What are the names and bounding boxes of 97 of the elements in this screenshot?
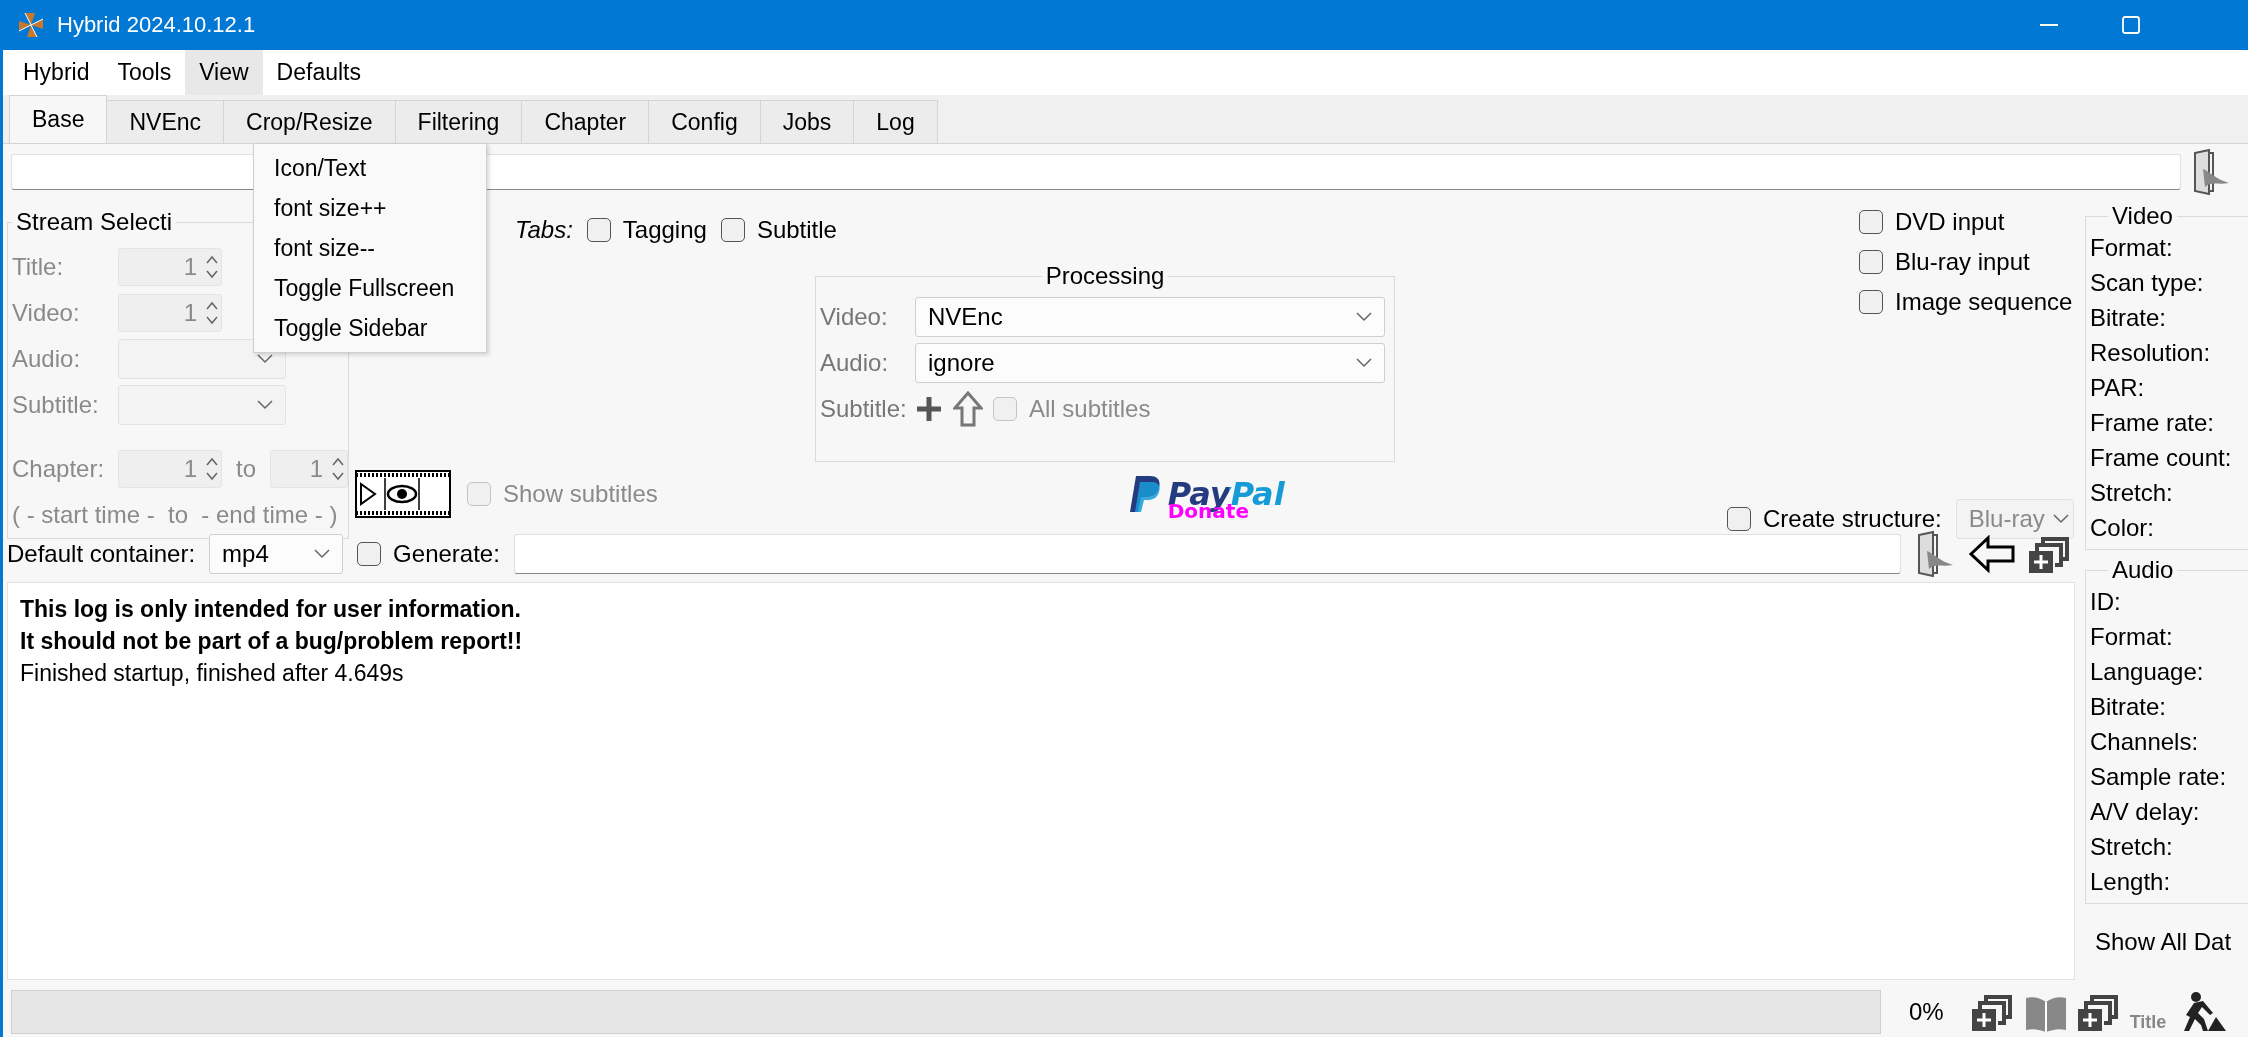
log-line: Finished startup, finished after 4.649s (20, 659, 405, 688)
info-label: Sample rate: (2090, 762, 2228, 792)
menu-item[interactable]: Icon/Text (254, 148, 486, 188)
tabs-label: Tabs: (515, 216, 573, 244)
up-arrow-icon[interactable] (953, 391, 983, 427)
stacked-windows-plus-icon[interactable] (1971, 993, 2014, 1031)
info-label: Stretch: (2090, 832, 2174, 862)
menu-item[interactable]: font size-- (254, 228, 486, 268)
log-line: It should not be part of a bug/problem report!! (20, 627, 524, 656)
group-title: Stream Selecti (15, 208, 174, 236)
info-label: Channels: (2090, 727, 2200, 757)
menu-item[interactable]: Defaults (262, 50, 375, 95)
left-arrow-icon[interactable] (1969, 535, 2015, 573)
generate-input[interactable] (513, 534, 1901, 574)
checkbox-label: Blu-ray input (1895, 248, 2030, 276)
checkbox[interactable] (1859, 210, 1883, 234)
info-label: PAR: (2090, 373, 2146, 403)
chevron-icon (314, 549, 331, 559)
checkbox-label: Image sequence (1895, 288, 2073, 316)
checkbox-label: Generate: (393, 540, 500, 568)
menu-item[interactable]: Tools (103, 50, 186, 95)
info-label: Scan type: (2090, 268, 2205, 298)
chevron-icon (1356, 312, 1372, 322)
checkbox[interactable] (1859, 250, 1883, 274)
field-label: Audio: (12, 345, 82, 373)
info-label: Frame rate: (2090, 408, 2216, 438)
info-label: Bitrate: (2090, 692, 2168, 722)
door-icon[interactable] (1915, 531, 1955, 577)
field-label: to (236, 455, 256, 483)
tab[interactable]: Base (9, 95, 108, 143)
info-label: Length: (2090, 867, 2172, 897)
time-range-text: ( - start time - to - end time - ) (12, 501, 338, 529)
menu-item[interactable]: font size++ (254, 188, 486, 228)
tab[interactable]: Crop/Resize (223, 100, 396, 143)
field-label: Default container: (7, 540, 196, 568)
checkbox[interactable] (357, 542, 382, 566)
tab[interactable]: NVEnc (106, 100, 225, 143)
info-label: A/V delay: (2090, 797, 2201, 827)
chevron-icon (1356, 358, 1372, 368)
dropdown[interactable]: mp4 (209, 534, 344, 574)
menu-item[interactable]: Toggle Fullscreen (254, 268, 486, 308)
checkbox[interactable] (586, 218, 611, 242)
app-logo-icon (17, 11, 45, 39)
chevron-icon (257, 354, 273, 364)
tab[interactable]: Log (853, 100, 938, 143)
checkbox[interactable] (720, 218, 745, 242)
chevron-icon (2052, 514, 2069, 524)
info-label: Frame count: (2090, 443, 2233, 473)
group-title: Video (2111, 202, 2174, 230)
film-eye-icon[interactable] (355, 470, 451, 518)
window-title: Hybrid 2024.10.12.1 (57, 12, 256, 38)
checkbox-label: Subtitle (756, 216, 837, 244)
menu-item[interactable]: View (185, 50, 263, 95)
chevron-icon (257, 400, 273, 410)
minimize-icon (2040, 24, 2058, 26)
door-icon[interactable] (2191, 149, 2231, 195)
title-label: Title (2129, 1012, 2167, 1033)
progress-percent: 0% (1909, 998, 1944, 1026)
checkbox[interactable] (1859, 290, 1883, 314)
field-label: Subtitle: (12, 391, 100, 419)
checkbox-label: Create structure: (1763, 505, 1942, 533)
checkbox-label: All subtitles (1029, 395, 1151, 423)
menu-item[interactable]: Hybrid (9, 50, 104, 95)
info-label: Language: (2090, 657, 2205, 687)
field-label: Chapter: (12, 455, 106, 483)
p-logo-icon (1127, 474, 1162, 514)
tab[interactable]: Filtering (394, 100, 523, 143)
field-label: Audio: (820, 349, 890, 377)
info-label: Color: (2090, 513, 2156, 543)
group-title: Audio (2111, 556, 2175, 584)
checkbox-label: DVD input (1895, 208, 2005, 236)
field-label: Subtitle: (820, 395, 905, 423)
stacked-windows-plus-icon[interactable] (2029, 535, 2071, 573)
field-label: Video: (820, 303, 889, 331)
path-input[interactable] (11, 154, 2181, 190)
stacked-windows-plus-icon[interactable] (2077, 993, 2120, 1031)
info-label: Stretch: (2090, 478, 2174, 508)
log-line: This log is only intended for user information. (20, 595, 522, 624)
field-label: Title: (12, 253, 65, 281)
info-label: Format: (2090, 233, 2174, 263)
checkbox-label: Tagging (622, 216, 707, 244)
field-label: Video: (12, 299, 81, 327)
info-label: ID: (2090, 587, 2122, 617)
maximize-icon (2122, 16, 2140, 34)
show-all-data-link[interactable]: Show All Dat (2085, 928, 2248, 956)
tab[interactable]: Config (648, 100, 761, 143)
info-label: Bitrate: (2090, 303, 2168, 333)
plus-icon[interactable] (915, 395, 943, 423)
group-title: Processing (1044, 262, 1166, 290)
dropdown[interactable]: ignore (915, 343, 1385, 383)
info-label: Resolution: (2090, 338, 2212, 368)
menu-item[interactable]: Toggle Sidebar (254, 308, 486, 348)
tab[interactable]: Jobs (759, 100, 855, 143)
tab[interactable]: Chapter (521, 100, 650, 143)
dropdown[interactable]: NVEnc (915, 297, 1385, 337)
checkbox-label: Show subtitles (503, 480, 658, 508)
info-label: Format: (2090, 622, 2174, 652)
